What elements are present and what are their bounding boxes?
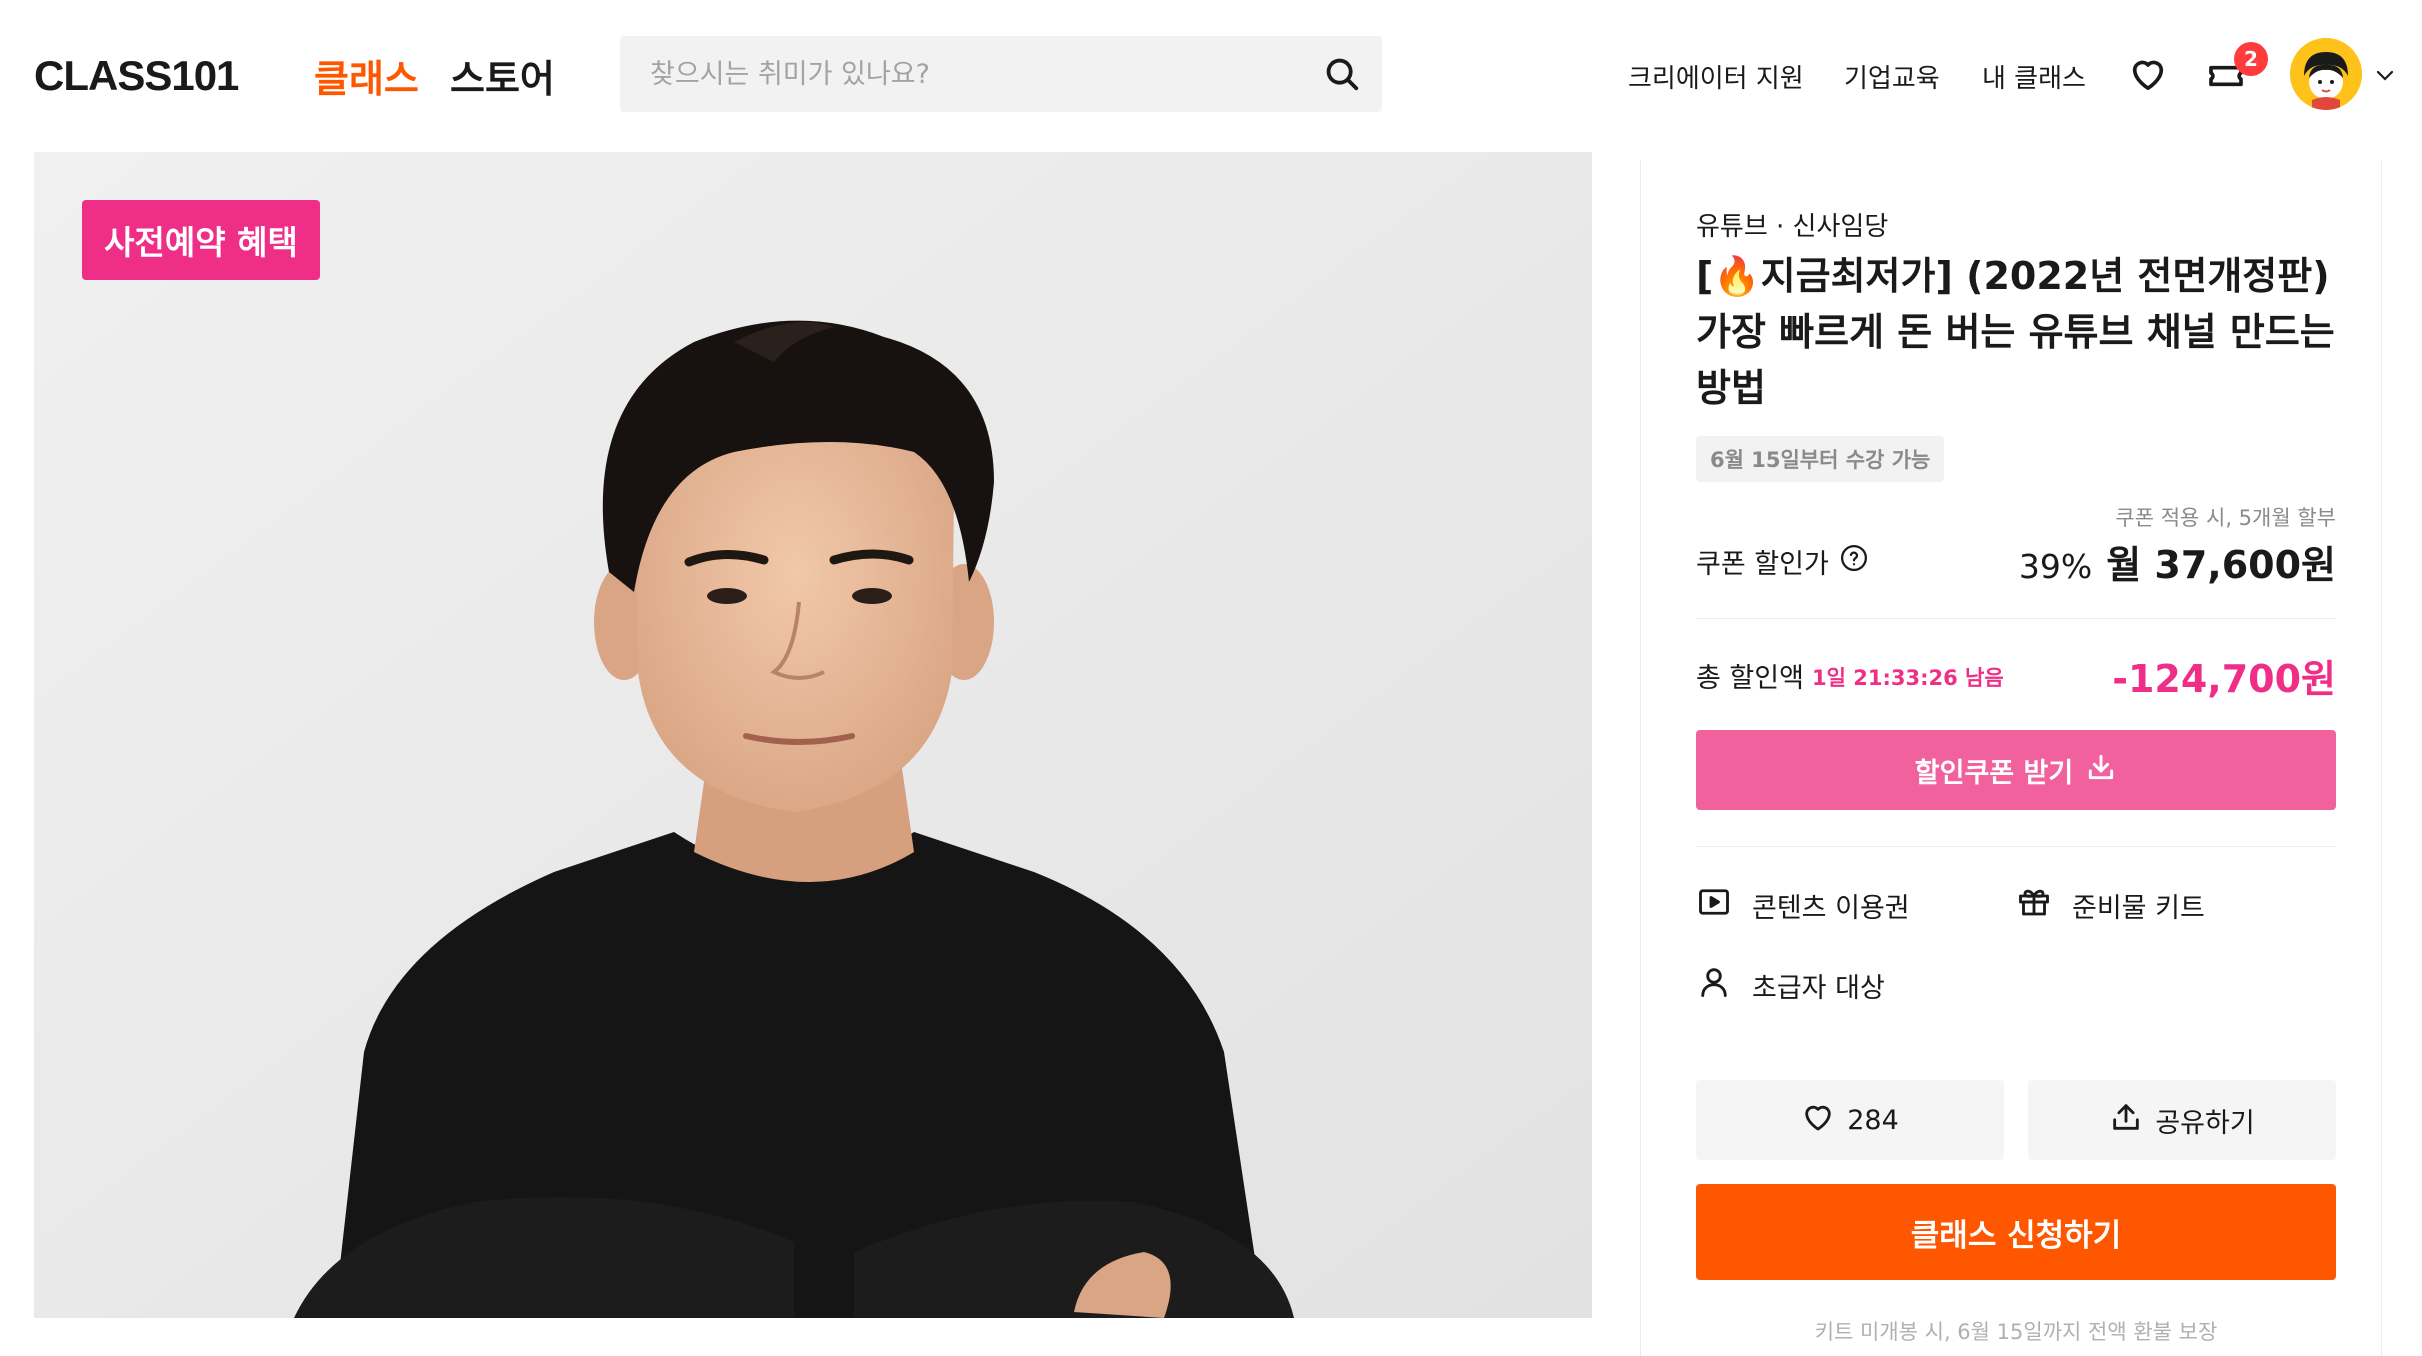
instructor-photo [34, 152, 1592, 1318]
search-icon[interactable] [1320, 52, 1364, 96]
help-icon[interactable] [1839, 543, 1869, 580]
promo-badge: 사전예약 혜택 [82, 200, 320, 280]
search-bar [620, 36, 1382, 112]
divider [1696, 618, 2336, 619]
share-button[interactable]: 공유하기 [2028, 1080, 2336, 1160]
search-input[interactable] [650, 36, 1290, 112]
availability-badge: 6월 15일부터 수강 가능 [1696, 436, 1945, 482]
creator-support-link[interactable]: 크리에이터 지원 [1628, 58, 1804, 95]
feature-label: 초급자 대상 [1752, 973, 1885, 1004]
download-icon [2085, 751, 2117, 790]
countdown-timer: 1일 21:33:26 남음 [1812, 666, 2004, 690]
coupon-price-label-text: 쿠폰 할인가 [1696, 549, 1829, 580]
heart-icon [1801, 1100, 1835, 1141]
play-icon [1696, 884, 1732, 927]
apply-class-button[interactable]: 클래스 신청하기 [1696, 1184, 2336, 1280]
top-header: CLASS101 클래스 스토어 크리에이터 지원 기업교육 내 클래스 2 [0, 0, 2422, 150]
share-label: 공유하기 [2155, 1107, 2255, 1139]
share-icon [2109, 1100, 2143, 1141]
nav-class-tab[interactable]: 클래스 [314, 48, 419, 103]
price-row: 39% 월 37,600원 [2019, 534, 2336, 589]
monthly-price: 월 37,600원 [2106, 543, 2336, 587]
feature-kit: 준비물 키트 [2016, 884, 2205, 927]
discount-percent: 39% [2018, 547, 2093, 586]
total-discount-label: 총 할인액 [1696, 663, 1804, 694]
enterprise-link[interactable]: 기업교육 [1844, 58, 1940, 95]
class-title: [🔥지금최저가] (2022년 전면개정판) 가장 빠르게 돈 버는 유튜브 채… [1696, 254, 2335, 410]
feature-label: 콘텐츠 이용권 [1752, 893, 1910, 924]
my-class-link[interactable]: 내 클래스 [1982, 58, 2086, 95]
like-button[interactable]: 284 [1696, 1080, 2004, 1160]
chevron-down-icon[interactable] [2370, 60, 2400, 90]
divider [1696, 846, 2336, 847]
class-category[interactable]: 유튜브 · 신사임당 [1696, 206, 1888, 243]
like-count: 284 [1847, 1104, 1899, 1136]
person-icon [1696, 964, 1732, 1007]
get-coupon-button[interactable]: 할인쿠폰 받기 [1696, 730, 2336, 810]
total-discount-amount: -124,700원 [2112, 657, 2336, 701]
avatar[interactable] [2290, 38, 2362, 110]
coupon-price-label: 쿠폰 할인가 [1696, 542, 1869, 581]
feature-content-pass: 콘텐츠 이용권 [1696, 884, 1910, 927]
installment-note: 쿠폰 적용 시, 5개월 할부 [2115, 506, 2336, 530]
gift-icon [2016, 884, 2052, 927]
get-coupon-label: 할인쿠폰 받기 [1914, 757, 2074, 789]
class-cover-image [34, 152, 1592, 1318]
heart-icon[interactable] [2126, 52, 2170, 96]
cart-count-badge: 2 [2234, 42, 2268, 76]
nav-store-tab[interactable]: 스토어 [450, 48, 555, 103]
refund-note: 키트 미개봉 시, 6월 15일까지 전액 환불 보장 [1814, 1320, 2218, 1344]
feature-label: 준비물 키트 [2072, 893, 2205, 924]
feature-level: 초급자 대상 [1696, 964, 1885, 1007]
class101-logo[interactable]: CLASS101 [34, 52, 239, 100]
